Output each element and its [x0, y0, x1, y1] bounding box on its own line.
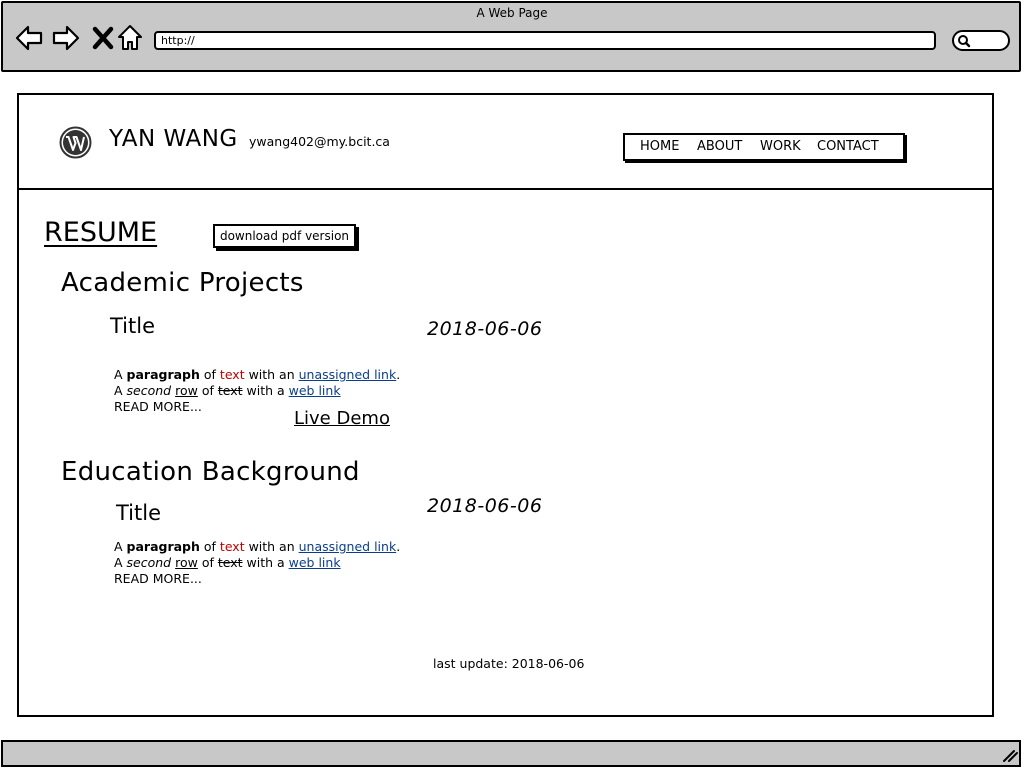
site-title[interactable]: YAN WANG: [109, 126, 238, 152]
read-more-link[interactable]: READ MORE...: [114, 399, 202, 415]
web-link[interactable]: web link: [289, 555, 341, 570]
nav-contact[interactable]: CONTACT: [817, 139, 879, 154]
entry-date: 2018-06-06: [427, 318, 543, 340]
search-icon: [958, 35, 971, 48]
entry-paragraph-line-1: A paragraph of text with an unassigned l…: [114, 539, 401, 554]
address-bar[interactable]: http://: [154, 31, 936, 50]
entry-title: Title: [110, 314, 156, 338]
read-more-link[interactable]: READ MORE...: [114, 571, 202, 587]
resize-grip-icon[interactable]: [1002, 748, 1018, 762]
back-icon[interactable]: [15, 24, 43, 52]
close-icon[interactable]: [89, 24, 117, 52]
header-divider: [17, 188, 994, 190]
download-pdf-button[interactable]: download pdf version: [213, 224, 356, 248]
nav-home[interactable]: HOME: [640, 139, 679, 154]
unassigned-link[interactable]: unassigned link: [299, 539, 397, 554]
resume-heading: RESUME: [44, 217, 158, 248]
section-title-education: Education Background: [61, 457, 360, 487]
url-text: http://: [161, 34, 195, 47]
search-box[interactable]: [952, 30, 1010, 51]
site-email[interactable]: ywang402@my.bcit.ca: [249, 134, 390, 149]
entry-paragraph-line-2: A second row of text with a web link: [114, 555, 341, 570]
web-link[interactable]: web link: [289, 383, 341, 398]
entry-date: 2018-06-06: [427, 495, 543, 517]
unassigned-link[interactable]: unassigned link: [299, 367, 397, 382]
wordpress-logo-icon[interactable]: [59, 126, 92, 159]
nav-about[interactable]: ABOUT: [697, 139, 742, 154]
entry-title: Title: [116, 501, 162, 525]
section-title-academic: Academic Projects: [61, 268, 304, 298]
entry-paragraph-line-2: A second row of text with a web link: [114, 383, 341, 398]
entry-paragraph-line-1: A paragraph of text with an unassigned l…: [114, 367, 401, 382]
browser-status-bar: [1, 740, 1021, 767]
window-title: A Web Page: [476, 6, 548, 20]
nav-work[interactable]: WORK: [760, 139, 801, 154]
live-demo-link[interactable]: Live Demo: [294, 408, 390, 429]
forward-icon[interactable]: [52, 24, 80, 52]
home-icon[interactable]: [116, 24, 144, 52]
last-update-text: last update: 2018-06-06: [433, 656, 585, 671]
